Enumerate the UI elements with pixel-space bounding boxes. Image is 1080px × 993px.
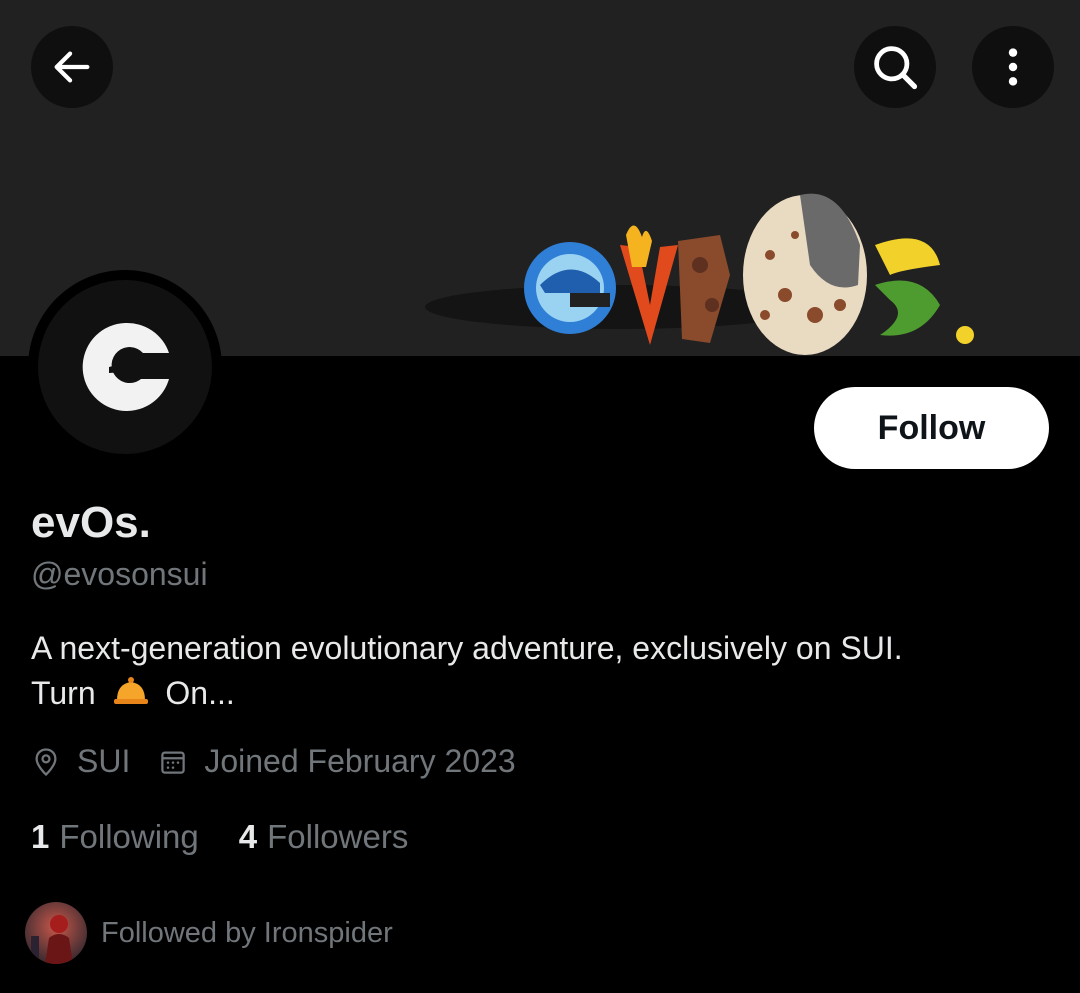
following-link[interactable]: 1 Following	[31, 818, 199, 856]
search-button[interactable]	[854, 26, 936, 108]
joined-text: Joined February 2023	[204, 743, 516, 779]
back-button[interactable]	[31, 26, 113, 108]
display-name: evOs.	[31, 498, 151, 547]
bio-text-turn: Turn	[31, 675, 96, 711]
egg-letter-o	[743, 193, 867, 355]
search-icon	[874, 46, 918, 90]
avatar-image	[38, 280, 212, 454]
water-letter-e	[524, 242, 616, 334]
followed-by-text: Followed by Ironspider	[101, 916, 393, 949]
follow-button[interactable]: Follow	[814, 387, 1049, 469]
arrow-left-icon	[54, 51, 90, 83]
bio-text-on: On...	[165, 675, 235, 711]
profile-meta: SUI Joined February 2023	[31, 743, 516, 780]
grass-letter-s	[875, 238, 974, 344]
bio-line-1: A next-generation evolutionary adventure…	[31, 630, 903, 666]
follower-avatar	[25, 902, 87, 964]
following-label: Following	[59, 818, 199, 855]
followed-by[interactable]: Followed by Ironspider	[25, 902, 393, 964]
calendar-icon	[161, 751, 186, 774]
join-date: Joined February 2023	[158, 743, 516, 780]
username-handle: @evosonsui	[31, 556, 208, 592]
bell-icon	[111, 674, 151, 720]
banner-logo-art	[425, 193, 974, 355]
location: SUI	[31, 743, 130, 780]
following-count: 1	[31, 818, 50, 855]
profile-avatar[interactable]	[28, 270, 222, 464]
followers-label: Followers	[267, 818, 409, 855]
evos-logo-icon	[82, 322, 169, 411]
followers-link[interactable]: 4 Followers	[239, 818, 409, 856]
location-pin-icon	[35, 747, 57, 776]
bio-line-2: Turn On...	[31, 671, 1041, 720]
location-text: SUI	[77, 743, 131, 779]
more-vertical-icon	[1008, 48, 1018, 86]
profile-bio: A next-generation evolutionary adventure…	[31, 626, 1041, 720]
more-options-button[interactable]	[972, 26, 1054, 108]
follow-stats: 1 Following 4 Followers	[31, 818, 408, 856]
followers-count: 4	[238, 818, 258, 855]
